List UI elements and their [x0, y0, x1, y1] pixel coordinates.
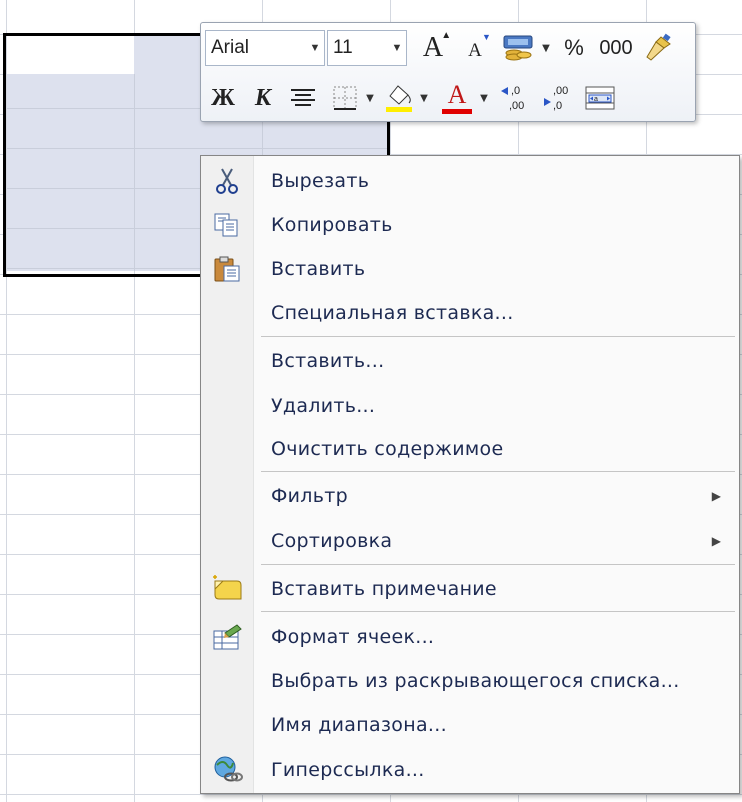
comma-style-button[interactable]: 000 — [595, 30, 637, 66]
menu-item-paste[interactable]: Вставить — [201, 249, 739, 289]
format-painter-button[interactable] — [641, 30, 675, 66]
percent-style-button[interactable]: % — [557, 30, 591, 66]
shrink-font-icon: A ▼ — [468, 32, 491, 61]
grow-font-button[interactable]: A ▲ — [413, 30, 453, 66]
menu-item-hyperlink[interactable]: Гиперссылка... — [201, 750, 739, 790]
menu-item-define-name[interactable]: Имя диапазона... — [201, 705, 739, 745]
center-align-button[interactable] — [285, 80, 321, 116]
mini-toolbar-row-2: Ж К ▼ ▼ A ▼ ,0 ,00 ,00 ,0 a — [205, 77, 619, 119]
menu-item-insert-comment[interactable]: Вставить примечание — [201, 569, 739, 609]
submenu-arrow-icon: ▶ — [711, 489, 721, 503]
format-painter-icon — [643, 33, 673, 63]
fill-color-icon — [384, 82, 414, 114]
svg-text:a: a — [594, 96, 598, 103]
fill-color-button[interactable] — [381, 80, 417, 116]
menu-separator — [261, 336, 735, 337]
bold-icon: Ж — [211, 84, 235, 111]
scissors-icon — [211, 167, 243, 195]
menu-item-copy[interactable]: Копировать — [201, 205, 739, 245]
borders-icon — [331, 84, 359, 112]
menu-item-label: Специальная вставка... — [271, 302, 514, 324]
svg-text:,00: ,00 — [553, 85, 568, 97]
menu-item-label: Фильтр — [271, 485, 348, 507]
menu-item-label: Формат ячеек... — [271, 626, 435, 648]
mini-toolbar-row-1: Arial ▼ 11 ▼ A ▲ A ▼ ▼ % 000 — [205, 27, 675, 69]
chevron-down-icon[interactable]: ▼ — [363, 93, 377, 104]
increase-decimal-button[interactable]: ,0 ,00 — [497, 80, 535, 116]
svg-text:,0: ,0 — [511, 85, 520, 97]
decrease-decimal-icon: ,00 ,0 — [541, 83, 575, 113]
accounting-format-button[interactable] — [499, 30, 539, 66]
menu-item-label: Гиперссылка... — [271, 759, 425, 781]
font-name-combo[interactable]: Arial ▼ — [205, 30, 325, 66]
menu-item-paste-special[interactable]: Специальная вставка... — [201, 293, 739, 333]
italic-button[interactable]: К — [245, 80, 281, 116]
shrink-font-button[interactable]: A ▼ — [457, 30, 493, 66]
chevron-down-icon[interactable]: ▼ — [539, 43, 553, 54]
menu-item-pick-from-dropdown[interactable]: Выбрать из раскрывающегося списка... — [201, 661, 739, 701]
percent-style-icon: % — [564, 35, 584, 60]
chevron-down-icon[interactable]: ▼ — [417, 93, 431, 104]
menu-item-label: Вставить примечание — [271, 578, 497, 600]
merge-center-icon: a — [584, 84, 616, 112]
menu-item-label: Сортировка — [271, 530, 393, 552]
format-cells-icon — [211, 623, 243, 651]
menu-item-label: Вырезать — [271, 170, 370, 192]
comma-style-icon: 000 — [599, 36, 633, 59]
mini-toolbar: Arial ▼ 11 ▼ A ▲ A ▼ ▼ % 000 Ж К ▼ ▼ A ▼… — [200, 22, 696, 122]
font-size-value: 11 — [333, 37, 353, 58]
menu-item-label: Вставить... — [271, 350, 385, 372]
menu-item-label: Очистить содержимое — [271, 438, 504, 460]
merge-center-button[interactable]: a — [581, 80, 619, 116]
center-align-icon — [289, 86, 317, 110]
menu-item-label: Копировать — [271, 214, 393, 236]
chevron-down-icon[interactable]: ▼ — [388, 42, 406, 54]
decrease-decimal-button[interactable]: ,00 ,0 — [539, 80, 577, 116]
menu-item-cut[interactable]: Вырезать — [201, 161, 739, 201]
font-color-button[interactable]: A — [437, 80, 477, 116]
menu-item-filter[interactable]: Фильтр ▶ — [201, 476, 739, 516]
copy-icon — [211, 211, 243, 239]
font-color-swatch — [442, 108, 472, 114]
paste-icon — [211, 255, 243, 283]
menu-item-clear-contents[interactable]: Очистить содержимое — [201, 429, 739, 469]
menu-item-format-cells[interactable]: Формат ячеек... — [201, 617, 739, 657]
menu-item-label: Удалить... — [271, 395, 376, 417]
menu-item-sort[interactable]: Сортировка ▶ — [201, 521, 739, 561]
bold-button[interactable]: Ж — [205, 80, 241, 116]
insert-comment-icon — [211, 575, 243, 603]
font-color-icon: A — [447, 79, 467, 109]
chevron-down-icon[interactable]: ▼ — [477, 93, 491, 104]
font-size-combo[interactable]: 11 ▼ — [327, 30, 407, 66]
grow-font-icon: A ▲ — [422, 30, 452, 63]
menu-item-insert[interactable]: Вставить... — [201, 341, 739, 381]
menu-separator — [261, 611, 735, 612]
accounting-format-icon — [502, 33, 536, 63]
menu-separator — [261, 564, 735, 565]
menu-item-label: Выбрать из раскрывающегося списка... — [271, 670, 680, 692]
svg-text:,00: ,00 — [509, 100, 524, 112]
menu-item-delete[interactable]: Удалить... — [201, 386, 739, 426]
menu-item-label: Имя диапазона... — [271, 714, 447, 736]
increase-decimal-icon: ,0 ,00 — [499, 83, 533, 113]
italic-icon: К — [254, 84, 272, 111]
context-menu: Вырезать Копировать Вставить Специальная… — [200, 155, 740, 794]
svg-text:,0: ,0 — [553, 100, 562, 112]
chevron-down-icon[interactable]: ▼ — [306, 42, 324, 54]
hyperlink-icon — [211, 756, 243, 784]
menu-item-label: Вставить — [271, 258, 366, 280]
borders-button[interactable] — [327, 80, 363, 116]
font-name-value: Arial — [211, 37, 250, 58]
menu-separator — [261, 471, 735, 472]
submenu-arrow-icon: ▶ — [711, 534, 721, 548]
